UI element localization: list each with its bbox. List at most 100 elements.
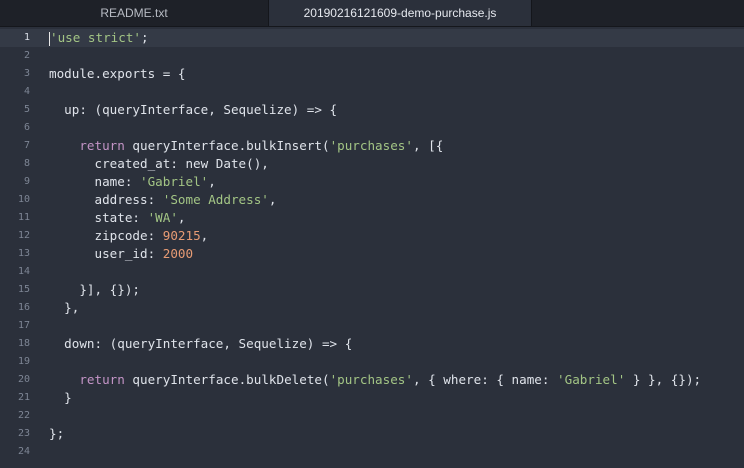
code-token: 'purchases'	[329, 372, 413, 387]
code-line[interactable]: 7 return queryInterface.bulkInsert('purc…	[0, 137, 744, 155]
line-number: 19	[17, 356, 30, 367]
code-text: return queryInterface.bulkInsert('purcha…	[49, 137, 443, 155]
line-number: 6	[23, 122, 30, 133]
code-text: created_at: new Date(),	[49, 155, 269, 173]
code-token: 2000	[162, 246, 194, 261]
code-token: ,	[208, 174, 216, 189]
code-text: },	[49, 299, 79, 317]
code-token: address:	[49, 192, 163, 207]
code-text: return queryInterface.bulkDelete('purcha…	[49, 371, 701, 389]
code-token: return	[79, 372, 125, 387]
code-token: zipcode:	[49, 228, 163, 243]
code-line[interactable]: 8 created_at: new Date(),	[0, 155, 744, 173]
line-number: 4	[23, 86, 30, 97]
line-number: 12	[17, 230, 30, 241]
code-token: },	[49, 300, 80, 315]
code-text: user_id: 2000	[49, 245, 193, 263]
code-line[interactable]: 24	[0, 443, 744, 461]
code-line[interactable]: 23};	[0, 425, 744, 443]
code-token: }	[49, 390, 72, 405]
line-number: 5	[23, 104, 30, 115]
code-text: down: (queryInterface, Sequelize) => {	[49, 335, 352, 353]
line-number: 16	[17, 302, 30, 313]
line-number: 8	[23, 158, 30, 169]
code-line[interactable]: 14	[0, 263, 744, 281]
code-token: ,	[268, 192, 277, 207]
line-number: 10	[17, 194, 30, 205]
code-token: queryInterface.bulkDelete(	[124, 372, 330, 387]
code-token: state:	[49, 210, 148, 225]
code-line[interactable]: 12 zipcode: 90215,	[0, 227, 744, 245]
code-editor[interactable]: 1'use strict'; 2 3 module.exports = {4 5 up:…	[0, 27, 744, 468]
code-token: ,	[177, 210, 186, 225]
code-token: created_at: new Date(),	[49, 156, 269, 171]
code-text: address: 'Some Address',	[49, 191, 276, 209]
code-line[interactable]: 15 }], {});	[0, 281, 744, 299]
code-token: } }, {});	[625, 372, 702, 387]
code-line[interactable]: 20 return queryInterface.bulkDelete('pur…	[0, 371, 744, 389]
line-number: 14	[17, 266, 30, 277]
code-line[interactable]: 22	[0, 407, 744, 425]
code-token: , [{	[412, 138, 444, 153]
line-number: 3	[23, 68, 30, 79]
code-text: module.exports = {	[49, 65, 185, 83]
line-number: 18	[17, 338, 30, 349]
code-text: }	[49, 389, 72, 407]
code-line[interactable]: 10 address: 'Some Address',	[0, 191, 744, 209]
line-number: 17	[17, 320, 30, 331]
code-line[interactable]: 21 }	[0, 389, 744, 407]
code-line[interactable]: 13 user_id: 2000	[0, 245, 744, 263]
code-line[interactable]: 3 module.exports = {	[0, 65, 744, 83]
code-token: };	[49, 426, 65, 441]
code-token: 'Gabriel'	[140, 174, 209, 189]
tab-demo-purchase[interactable]: 20190216121609-demo-purchase.js	[268, 0, 532, 26]
line-number: 7	[23, 140, 30, 151]
code-line[interactable]: 5 up: (queryInterface, Sequelize) => {	[0, 101, 744, 119]
code-token: ,	[200, 228, 209, 243]
code-token: 'Gabriel'	[557, 372, 626, 387]
code-token: module.exports = {	[49, 66, 186, 81]
code-line[interactable]: 19	[0, 353, 744, 371]
line-number: 9	[23, 176, 30, 187]
code-text: 'use strict';	[49, 29, 149, 47]
code-line[interactable]: 16 },	[0, 299, 744, 317]
code-token: up: (queryInterface, Sequelize) => {	[49, 102, 338, 117]
code-token: down: (queryInterface, Sequelize) => {	[49, 336, 353, 351]
code-token: return	[79, 138, 125, 153]
line-number: 15	[17, 284, 30, 295]
code-line[interactable]: 18 down: (queryInterface, Sequelize) => …	[0, 335, 744, 353]
code-token: , { where: { name:	[412, 372, 558, 387]
code-token: 'WA'	[147, 210, 178, 225]
code-lines: 1'use strict'; 2 3 module.exports = {4 5 up:…	[0, 29, 744, 461]
line-number: 13	[17, 248, 30, 259]
tab-bar: README.txt 20190216121609-demo-purchase.…	[0, 0, 744, 27]
code-token: }], {});	[49, 282, 140, 297]
code-text: state: 'WA',	[49, 209, 186, 227]
line-number: 21	[17, 392, 30, 403]
code-token: queryInterface.bulkInsert(	[124, 138, 330, 153]
code-line[interactable]: 1 'use strict';	[0, 29, 744, 47]
line-number: 20	[17, 374, 30, 385]
code-line[interactable]: 11 state: 'WA',	[0, 209, 744, 227]
code-line[interactable]: 9 name: 'Gabriel',	[0, 173, 744, 191]
code-token: 'Some Address'	[162, 192, 269, 207]
code-token: 90215	[162, 228, 201, 243]
tab-readme[interactable]: README.txt	[0, 0, 268, 26]
line-number: 2	[23, 50, 30, 61]
line-number: 22	[17, 410, 30, 421]
code-line[interactable]: 17	[0, 317, 744, 335]
code-text: up: (queryInterface, Sequelize) => {	[49, 101, 337, 119]
code-text: name: 'Gabriel',	[49, 173, 216, 191]
code-text: };	[49, 425, 64, 443]
line-number: 23	[17, 428, 30, 439]
line-number: 24	[17, 446, 30, 457]
line-number: 1	[23, 32, 30, 43]
code-token: user_id:	[49, 246, 163, 261]
code-line[interactable]: 2	[0, 47, 744, 65]
code-line[interactable]: 6	[0, 119, 744, 137]
code-token: 'use strict'	[50, 30, 141, 45]
code-text: zipcode: 90215,	[49, 227, 208, 245]
code-line[interactable]: 4	[0, 83, 744, 101]
